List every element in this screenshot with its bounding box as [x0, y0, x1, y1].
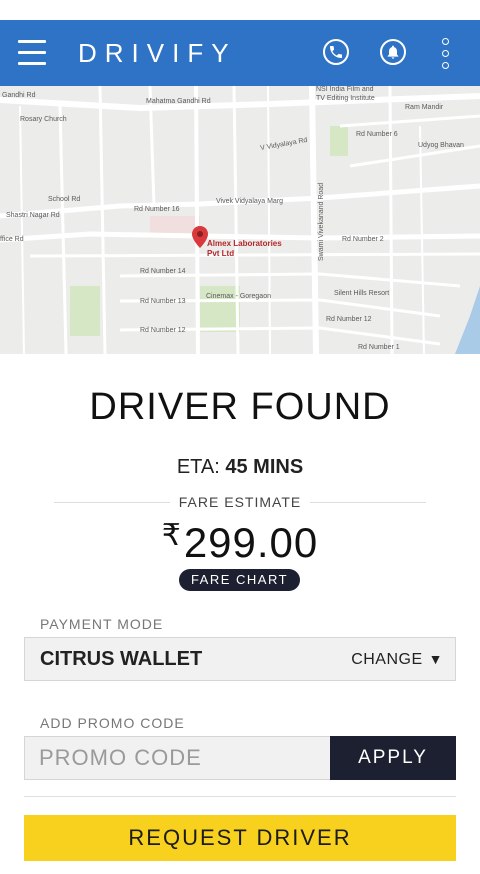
map-label: Rd Number 12 [326, 316, 372, 323]
fare-amount: ₹299.00 [161, 519, 319, 566]
more-vert-icon[interactable] [440, 38, 452, 70]
request-driver-button[interactable]: REQUEST DRIVER [24, 815, 456, 861]
map-label: Mahatma Gandhi Rd [146, 98, 211, 105]
payment-mode-label: PAYMENT MODE [40, 616, 164, 632]
apply-promo-button[interactable]: APPLY [330, 736, 456, 780]
promo-code-input[interactable] [24, 736, 330, 780]
app-title: DRIVIFY [78, 38, 237, 68]
change-payment-button[interactable]: CHANGE ▼ [351, 651, 443, 669]
promo-code-label: ADD PROMO CODE [40, 715, 185, 731]
map-label: Rd Number 2 [342, 236, 384, 243]
map-label: Rd Number 12 [140, 327, 186, 334]
map-label: Gandhi Rd [2, 92, 36, 99]
map-view[interactable]: Gandhi Rd Mahatma Gandhi Rd NSI India Fi… [0, 86, 480, 354]
app-bar: DRIVIFY [0, 20, 480, 86]
fare-chart-button[interactable]: FARE CHART [179, 569, 300, 591]
map-label: Shastri Nagar Rd [6, 212, 60, 219]
map-label: Rd Number 1 [358, 344, 400, 351]
map-label: NSI India Film and [316, 86, 374, 93]
eta-text: ETA: 45 MINS [176, 456, 304, 478]
map-label: Cinemax - Goregaon [206, 293, 271, 300]
payment-mode-value: CITRUS WALLET [40, 648, 203, 670]
menu-icon[interactable] [18, 40, 48, 66]
bell-icon[interactable] [380, 39, 406, 65]
map-label: School Rd [48, 196, 81, 203]
driver-found-title: DRIVER FOUND [89, 386, 391, 428]
status-bar [0, 0, 480, 20]
map-label: Silent Hills Resort [334, 290, 390, 297]
map-label: TV Editing Institute [316, 95, 375, 102]
map-label: Rd Number 6 [356, 131, 398, 138]
payment-mode-selector[interactable]: CITRUS WALLET CHANGE ▼ [24, 637, 456, 681]
map-label: Rd Number 14 [140, 268, 186, 275]
map-label: Udyog Bhavan [418, 142, 464, 149]
map-roads [0, 86, 480, 354]
currency-symbol: ₹ [161, 519, 182, 552]
caret-down-icon: ▼ [428, 651, 443, 667]
map-label: Rosary Church [20, 116, 67, 123]
map-label: Rd Number 13 [140, 298, 186, 305]
phone-icon[interactable] [323, 39, 349, 65]
map-pin-label: Almex Laboratories Pvt Ltd [207, 239, 282, 258]
divider [24, 796, 456, 797]
map-label: Vivek Vidyalaya Marg [216, 198, 284, 205]
map-label: ffice Rd [0, 236, 24, 243]
map-label: Ram Mandir [405, 104, 444, 111]
map-label: Swami Vivekanand Road [318, 182, 325, 261]
map-label: Rd Number 16 [134, 206, 180, 213]
fare-estimate-label: FARE ESTIMATE [170, 494, 310, 510]
